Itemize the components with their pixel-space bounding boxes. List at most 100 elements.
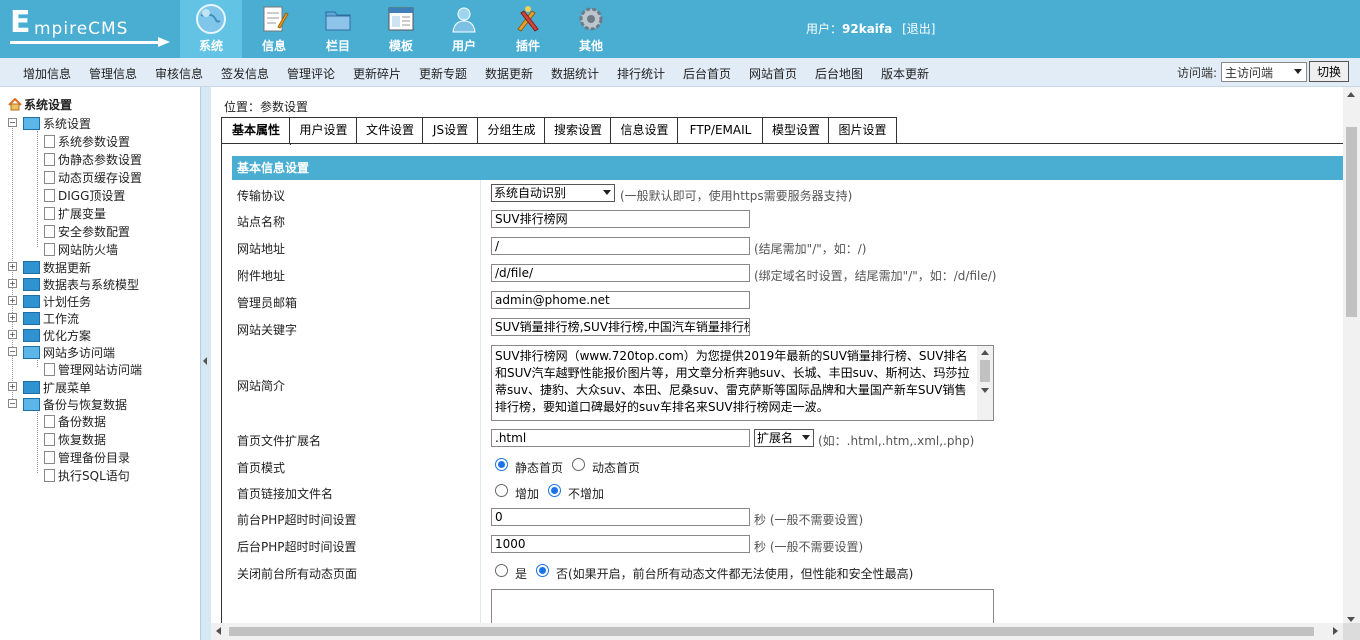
submenu-review-info[interactable]: 审核信息 xyxy=(155,65,203,82)
submenu-update-fragments[interactable]: 更新碎片 xyxy=(353,65,401,82)
visit-select[interactable]: 主访问端 xyxy=(1221,62,1307,82)
keywords-input[interactable]: SUV销量排行榜,SUV排行榜,中国汽车销量排行榜 xyxy=(491,318,750,336)
logout-link[interactable]: [退出] xyxy=(902,22,935,36)
linkfile-add-radio[interactable] xyxy=(495,484,508,497)
sidebar-item-multi-access[interactable]: 网站多访问端 xyxy=(23,344,115,361)
sidebar-item-pseudo-static[interactable]: 伪静态参数设置 xyxy=(44,151,142,168)
submenu-admin-map[interactable]: 后台地图 xyxy=(815,65,863,82)
tab-basic[interactable]: 基本属性 xyxy=(221,117,291,145)
expand-toggle[interactable]: + xyxy=(8,313,17,322)
sidebar-item-data-update[interactable]: 数据更新 xyxy=(23,259,91,276)
protocol-select[interactable]: 系统自动识别 xyxy=(491,184,615,202)
nav-system[interactable]: 系统 xyxy=(180,0,242,58)
sidebar-item-manage-access[interactable]: 管理网站访问端 xyxy=(44,361,142,378)
scroll-left-icon[interactable] xyxy=(216,627,221,635)
tab-image-settings[interactable]: 图片设置 xyxy=(828,117,897,143)
tab-model-settings[interactable]: 模型设置 xyxy=(762,117,830,143)
close-dynamic-yes-radio[interactable] xyxy=(495,564,508,577)
collapse-toggle[interactable]: − xyxy=(8,347,17,356)
front-timeout-input[interactable]: 0 xyxy=(491,508,750,526)
collapse-toggle[interactable]: − xyxy=(8,399,17,408)
scroll-thumb[interactable] xyxy=(229,627,1314,636)
submenu-admin-home[interactable]: 后台首页 xyxy=(683,65,731,82)
sidebar-root[interactable]: 系统设置 xyxy=(8,96,72,113)
sidebar-item-security[interactable]: 安全参数配置 xyxy=(44,223,130,240)
tab-group-gen[interactable]: 分组生成 xyxy=(477,117,546,143)
sidebar-item-system-settings[interactable]: 系统设置 xyxy=(23,115,91,132)
sidebar-item-ext-menu[interactable]: 扩展菜单 xyxy=(23,379,91,396)
submenu-add-info[interactable]: 增加信息 xyxy=(23,65,71,82)
scroll-thumb[interactable] xyxy=(980,360,990,382)
fileurl-input[interactable]: /d/file/ xyxy=(491,264,750,282)
gear-icon xyxy=(579,7,603,31)
nav-template[interactable]: 模板 xyxy=(370,0,432,58)
sidebar-item-backup[interactable]: 备份数据 xyxy=(44,413,106,430)
ext-input[interactable]: .html xyxy=(491,429,750,447)
sitename-input[interactable]: SUV排行榜网 xyxy=(491,210,750,228)
sidebar-item-workflow[interactable]: 工作流 xyxy=(23,310,79,327)
nav-user[interactable]: 用户 xyxy=(433,0,495,58)
scroll-up-icon[interactable] xyxy=(981,350,989,355)
collapse-left-icon[interactable] xyxy=(203,357,207,365)
submenu-data-update[interactable]: 数据更新 xyxy=(485,65,533,82)
scroll-thumb[interactable] xyxy=(1346,127,1357,317)
sidebar-item-digg[interactable]: DIGG顶设置 xyxy=(44,187,125,204)
tab-info-settings[interactable]: 信息设置 xyxy=(610,117,679,143)
sidebar-item-firewall[interactable]: 网站防火墙 xyxy=(44,241,118,258)
expand-toggle[interactable]: + xyxy=(8,382,17,391)
sidebar-item-scheduled-tasks[interactable]: 计划任务 xyxy=(23,293,91,310)
sidebar-item-system-params[interactable]: 系统参数设置 xyxy=(44,133,130,150)
collapse-toggle[interactable]: − xyxy=(8,118,17,127)
siteurl-input[interactable]: / xyxy=(491,237,750,255)
submenu-rank-stats[interactable]: 排行统计 xyxy=(617,65,665,82)
sidebar-item-label: 备份与恢复数据 xyxy=(43,398,128,412)
textarea-scrollbar[interactable] xyxy=(977,346,993,420)
nav-column[interactable]: 栏目 xyxy=(307,0,369,58)
scroll-down-icon[interactable] xyxy=(1347,617,1355,622)
close-dynamic-no-radio[interactable] xyxy=(536,564,549,577)
tab-file-settings[interactable]: 文件设置 xyxy=(356,117,424,143)
tab-search-settings[interactable]: 搜索设置 xyxy=(544,117,612,143)
sidebar-item-ext-vars[interactable]: 扩展变量 xyxy=(44,205,106,222)
siteurl-hint: (结尾需加"/"，如：/) xyxy=(754,242,867,256)
email-input[interactable]: admin@phome.net xyxy=(491,291,750,309)
horizontal-scrollbar[interactable] xyxy=(211,623,1343,640)
row-fileurl: 附件地址 /d/file/ (绑定域名时设置，结尾需加"/"，如：/d/file… xyxy=(232,260,1344,288)
submenu-sign-info[interactable]: 签发信息 xyxy=(221,65,269,82)
submenu-site-home[interactable]: 网站首页 xyxy=(749,65,797,82)
scroll-up-icon[interactable] xyxy=(1347,92,1355,97)
expand-toggle[interactable]: + xyxy=(8,296,17,305)
tab-ftp-email[interactable]: FTP/EMAIL xyxy=(677,117,764,143)
sidebar-item-exec-sql[interactable]: 执行SQL语句 xyxy=(44,467,130,484)
submenu-manage-comments[interactable]: 管理评论 xyxy=(287,65,335,82)
sidebar-splitter[interactable] xyxy=(200,87,211,640)
switch-button[interactable]: 切换 xyxy=(1309,61,1349,82)
intro-textarea[interactable]: SUV排行榜网（www.720top.com）为您提供2019年最新的SUV销量… xyxy=(491,345,994,421)
back-timeout-input[interactable]: 1000 xyxy=(491,535,750,553)
vertical-scrollbar[interactable] xyxy=(1343,87,1360,627)
nav-plugin[interactable]: 插件 xyxy=(497,0,559,58)
ext-select[interactable]: 扩展名 xyxy=(754,429,814,447)
tab-user-settings[interactable]: 用户设置 xyxy=(289,117,358,143)
mode-static-radio[interactable] xyxy=(495,458,508,471)
tab-js-settings[interactable]: JS设置 xyxy=(422,117,479,143)
submenu-manage-info[interactable]: 管理信息 xyxy=(89,65,137,82)
submenu-data-stats[interactable]: 数据统计 xyxy=(551,65,599,82)
linkfile-noadd-radio[interactable] xyxy=(548,484,561,497)
nav-other[interactable]: 其他 xyxy=(560,0,622,58)
scroll-right-icon[interactable] xyxy=(1333,627,1338,635)
sidebar-item-restore[interactable]: 恢复数据 xyxy=(44,431,106,448)
submenu-version-update[interactable]: 版本更新 xyxy=(881,65,929,82)
submenu-update-topics[interactable]: 更新专题 xyxy=(419,65,467,82)
sidebar-item-optimization[interactable]: 优化方案 xyxy=(23,327,91,344)
sidebar-item-backup-restore[interactable]: 备份与恢复数据 xyxy=(23,396,127,413)
mode-dynamic-radio[interactable] xyxy=(572,458,585,471)
sidebar-item-backup-dir[interactable]: 管理备份目录 xyxy=(44,449,130,466)
sidebar-item-dynamic-cache[interactable]: 动态页缓存设置 xyxy=(44,169,142,186)
nav-info[interactable]: 信息 xyxy=(243,0,305,58)
sidebar-item-tables-models[interactable]: 数据表与系统模型 xyxy=(23,276,139,293)
expand-toggle[interactable]: + xyxy=(8,330,17,339)
expand-toggle[interactable]: + xyxy=(8,262,17,271)
expand-toggle[interactable]: + xyxy=(8,279,17,288)
scroll-down-icon[interactable] xyxy=(981,388,989,393)
